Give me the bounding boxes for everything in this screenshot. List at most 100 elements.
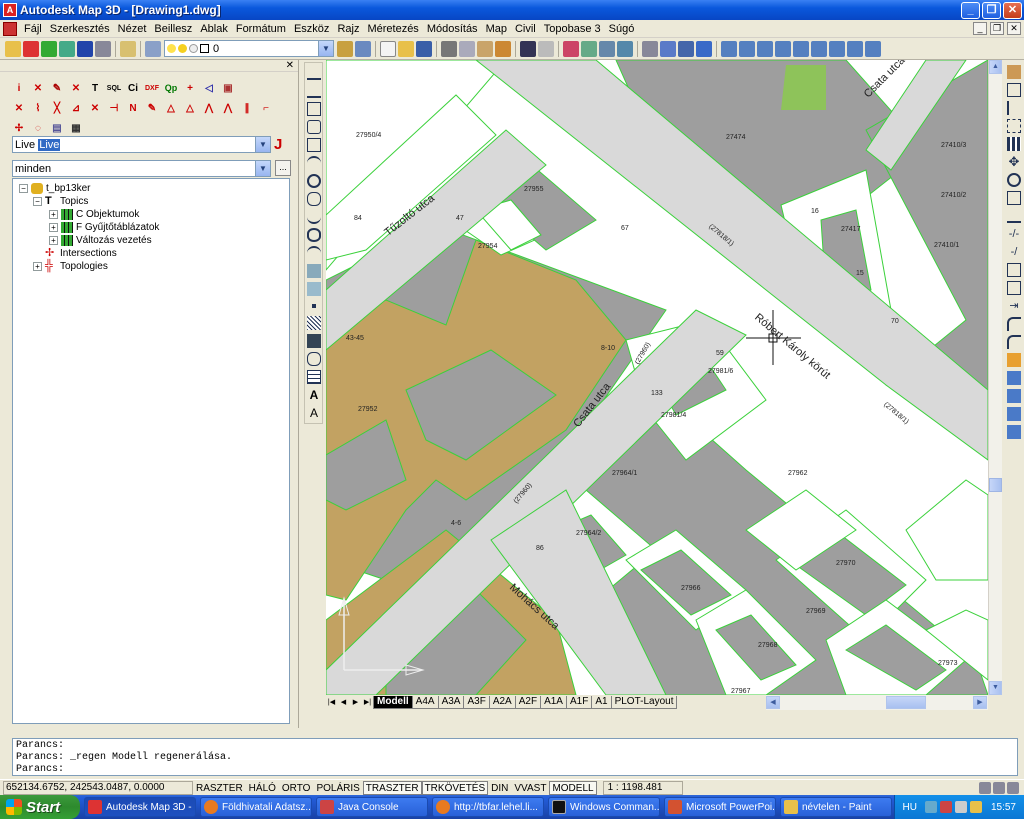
- tree-topologies[interactable]: + ╬ Topologies: [33, 260, 108, 273]
- redo-icon[interactable]: [538, 40, 554, 57]
- region-icon[interactable]: [307, 352, 321, 366]
- draw-icon[interactable]: ✎: [143, 101, 161, 116]
- menu-civil[interactable]: Civil: [511, 21, 540, 37]
- remove-icon[interactable]: ✕: [67, 81, 85, 96]
- scroll-left-icon[interactable]: ◀: [766, 696, 780, 709]
- menu-topobase[interactable]: Topobase 3: [540, 21, 605, 37]
- table-tool-icon[interactable]: [307, 370, 321, 384]
- last-tab-icon[interactable]: ▶|: [362, 696, 373, 709]
- menu-insert[interactable]: Beillesz: [150, 21, 196, 37]
- task-autodesk[interactable]: Autodesk Map 3D - ...: [84, 797, 196, 817]
- task-powerpoint[interactable]: Microsoft PowerPoi...: [664, 797, 776, 817]
- zoom-icon[interactable]: [721, 40, 737, 57]
- open-icon[interactable]: [398, 40, 414, 57]
- task-cmd[interactable]: Windows Comman...: [548, 797, 660, 817]
- edit-feature-icon[interactable]: ✎: [48, 81, 66, 96]
- maximize-button[interactable]: ❐: [982, 1, 1001, 19]
- save-icon[interactable]: [416, 40, 432, 57]
- copy-object-icon[interactable]: [1007, 83, 1021, 97]
- grid-icon[interactable]: ▦: [67, 121, 85, 136]
- fillet-radius-icon[interactable]: [1007, 335, 1021, 349]
- tab-a4a[interactable]: A4A: [411, 696, 439, 709]
- menu-file[interactable]: Fájl: [20, 21, 46, 37]
- expand-icon[interactable]: +: [33, 262, 42, 271]
- tree-gyujto[interactable]: + F Gyűjtőtáblázatok: [49, 221, 159, 234]
- pan-icon[interactable]: [563, 40, 579, 57]
- scale-icon[interactable]: [1007, 191, 1021, 205]
- circle-select-icon[interactable]: ◌: [29, 121, 47, 136]
- autocad-a-icon[interactable]: [23, 40, 39, 57]
- delete-feature-icon[interactable]: ✕: [29, 81, 47, 96]
- ducs-toggle[interactable]: DIN: [488, 781, 511, 795]
- lineweight-toggle[interactable]: VVAST: [511, 781, 549, 795]
- scroll-up-icon[interactable]: ▲: [989, 60, 1002, 74]
- database-icon[interactable]: [120, 40, 136, 57]
- workspace-dropdown[interactable]: Live Live ▼: [12, 136, 271, 153]
- chamfer-icon[interactable]: ⇥: [1007, 299, 1021, 313]
- vertex-icon[interactable]: ⋀: [200, 101, 218, 116]
- zoom-previous-icon[interactable]: [617, 40, 633, 57]
- start-button[interactable]: Start: [0, 795, 80, 819]
- info-tool-icon[interactable]: i: [10, 81, 28, 96]
- tool-icon[interactable]: [95, 40, 111, 57]
- horizontal-scrollbar[interactable]: ◀ ▶: [766, 695, 988, 710]
- zoom-window-icon[interactable]: [599, 40, 615, 57]
- bring-front-icon[interactable]: [1007, 389, 1021, 403]
- zoom-out-icon[interactable]: [829, 40, 845, 57]
- menu-format[interactable]: Formátum: [232, 21, 290, 37]
- zoom-object-icon[interactable]: [793, 40, 809, 57]
- first-tab-icon[interactable]: |◀: [326, 696, 337, 709]
- autodesk-app-icon[interactable]: A: [3, 3, 17, 17]
- tree-root[interactable]: − t_bp13ker: [19, 182, 90, 195]
- java-launch-icon[interactable]: J: [274, 137, 290, 153]
- intersect-icon[interactable]: ✕: [86, 101, 104, 116]
- expand-icon[interactable]: +: [49, 210, 58, 219]
- tab-a2f[interactable]: A2F: [514, 696, 542, 709]
- chevron-down-icon[interactable]: ▼: [318, 41, 333, 56]
- new-file-icon[interactable]: [380, 40, 396, 57]
- tab-a1f[interactable]: A1F: [565, 696, 593, 709]
- triangle-dash-icon[interactable]: △: [181, 101, 199, 116]
- ci-icon[interactable]: Ci: [124, 81, 142, 96]
- doc-restore-button[interactable]: ❐: [990, 22, 1004, 35]
- trim-icon[interactable]: -/-: [1007, 227, 1021, 241]
- circle-icon[interactable]: [307, 174, 321, 188]
- offset-icon[interactable]: [1007, 119, 1021, 133]
- polyline-icon[interactable]: N: [124, 101, 142, 116]
- hatch-icon[interactable]: [307, 316, 321, 330]
- sql-icon[interactable]: SQL: [105, 81, 123, 96]
- scroll-thumb[interactable]: [886, 696, 926, 709]
- next-tab-icon[interactable]: ▶: [350, 696, 361, 709]
- bring-above-icon[interactable]: [1007, 425, 1021, 439]
- task-paint[interactable]: névtelen - Paint: [780, 797, 892, 817]
- merge-icon[interactable]: ⌇: [29, 101, 47, 116]
- angle-icon[interactable]: ⊿: [67, 101, 85, 116]
- rotate-icon[interactable]: [1007, 173, 1021, 187]
- zoom-dynamic-icon[interactable]: [739, 40, 755, 57]
- zoom-extents-icon[interactable]: [865, 40, 881, 57]
- tab-a2a[interactable]: A2A: [488, 696, 516, 709]
- osnap-toggle[interactable]: TRASZTER: [362, 780, 422, 795]
- tree-objektumok[interactable]: + C Objektumok: [49, 208, 139, 221]
- command-history[interactable]: Parancs: Parancs: _regen Modell regenerá…: [12, 738, 1018, 776]
- cut-icon[interactable]: [441, 40, 457, 57]
- command-prompt[interactable]: Parancs:: [16, 764, 64, 776]
- tool-palettes-icon[interactable]: [678, 40, 694, 57]
- report-icon[interactable]: ▣: [219, 81, 237, 96]
- extend-icon[interactable]: -/: [1007, 245, 1021, 259]
- clock[interactable]: 15:57: [991, 802, 1016, 813]
- tab-a1a[interactable]: A1A: [540, 696, 567, 709]
- match-properties-icon[interactable]: [495, 40, 511, 57]
- expand-icon[interactable]: +: [49, 223, 58, 232]
- tab-a3f[interactable]: A3F: [463, 696, 490, 709]
- menu-view[interactable]: Nézet: [114, 21, 151, 37]
- spline-icon[interactable]: [307, 210, 321, 224]
- browse-button[interactable]: ...: [275, 160, 291, 176]
- menu-window[interactable]: Ablak: [196, 21, 232, 37]
- layers-icon[interactable]: [145, 40, 161, 57]
- minimize-button[interactable]: _: [961, 1, 980, 19]
- triangle-icon[interactable]: △: [162, 101, 180, 116]
- explode-icon[interactable]: [1007, 353, 1021, 367]
- tab-a3a[interactable]: A3A: [437, 696, 465, 709]
- parallel-icon[interactable]: ∥: [238, 101, 256, 116]
